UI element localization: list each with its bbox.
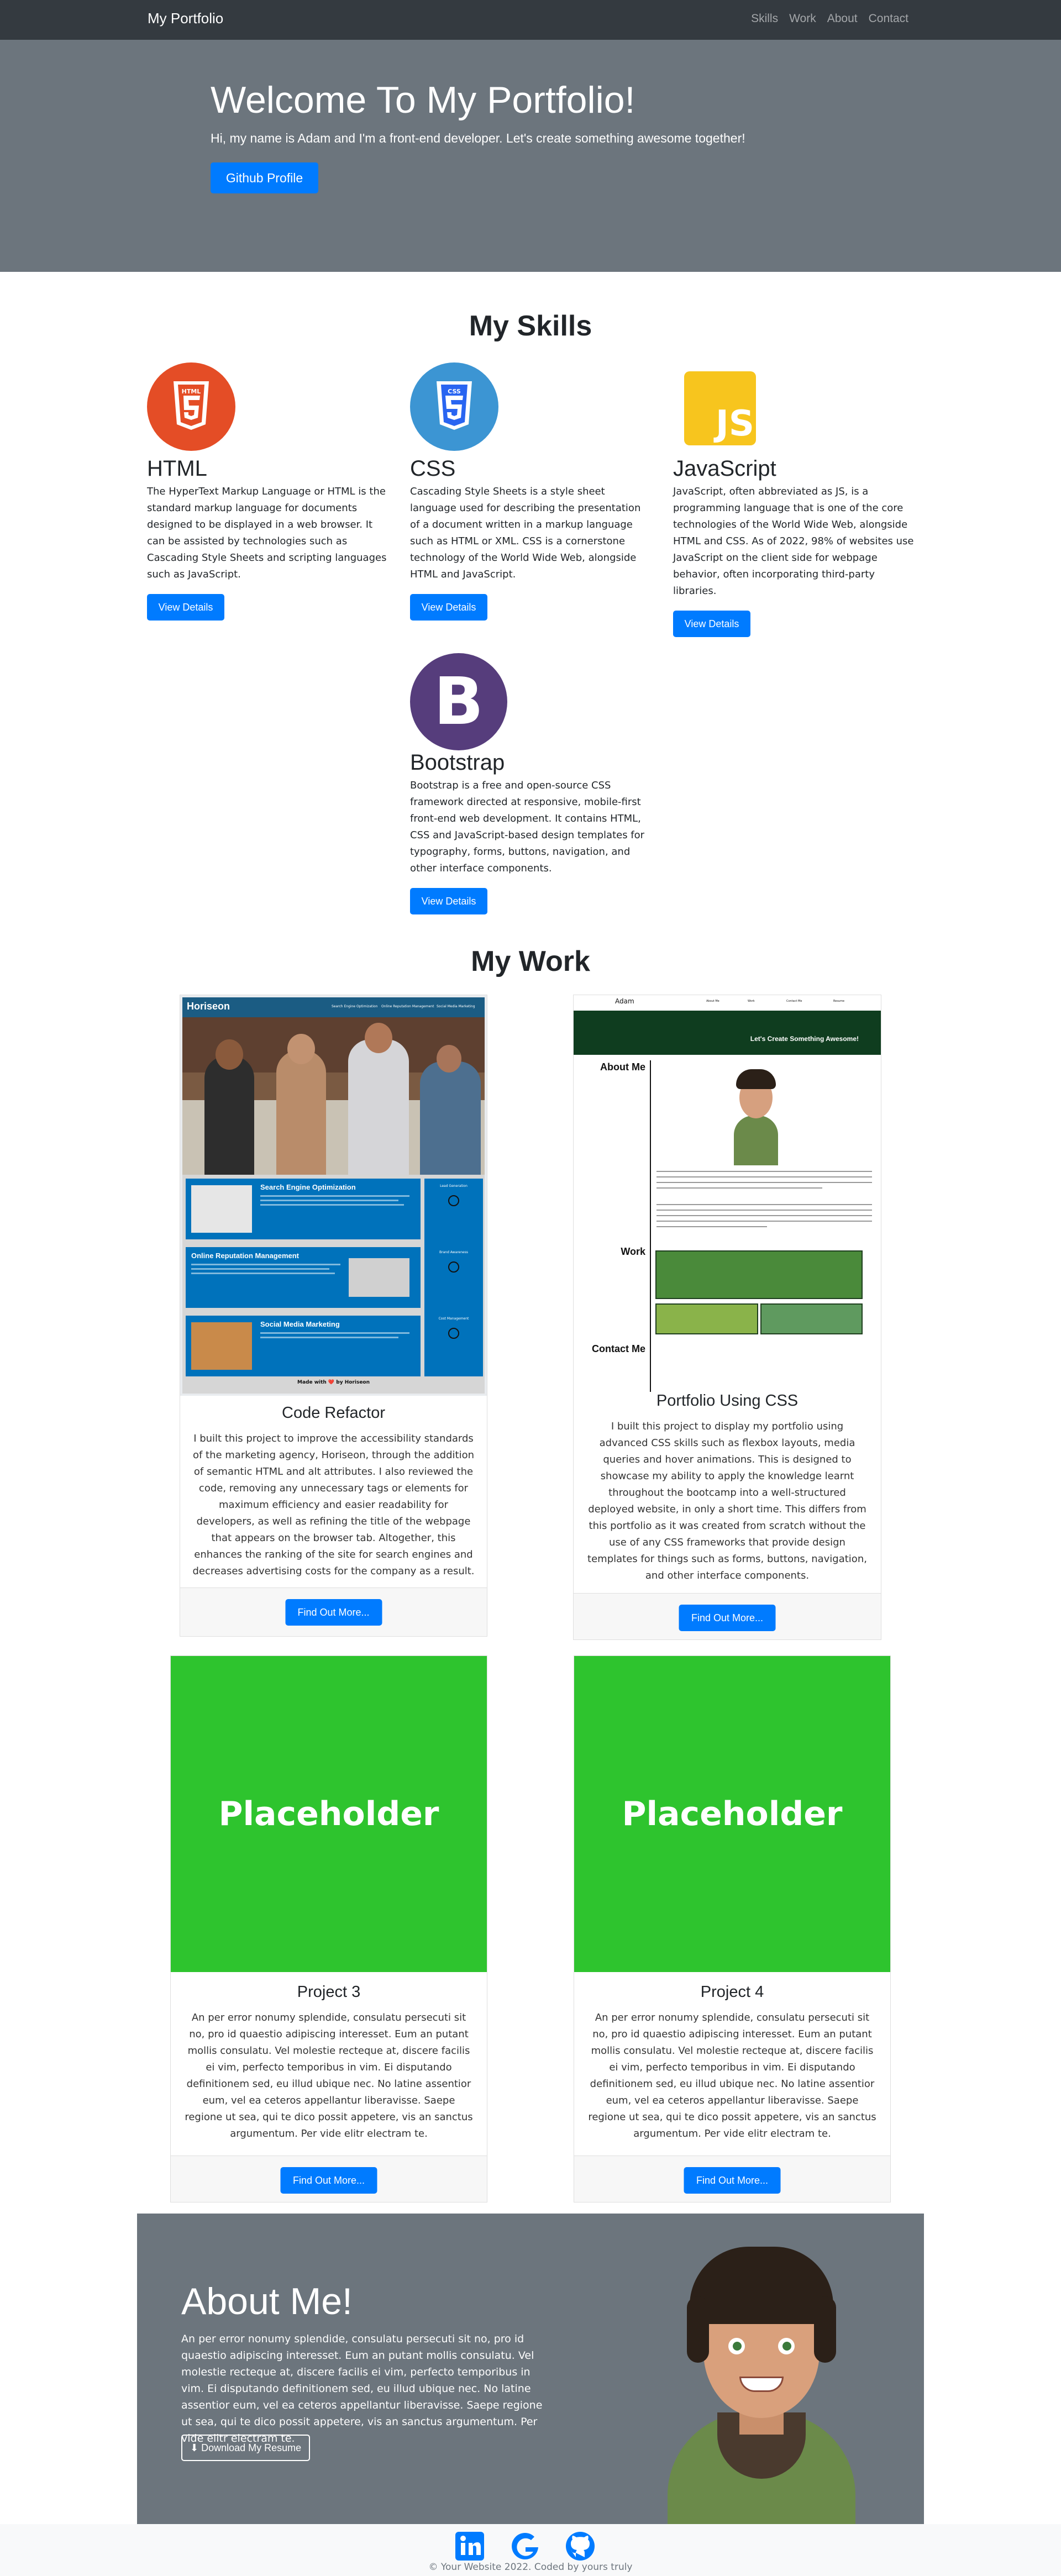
about-section: About Me! An per error nonumy splendide,… [137,2214,924,2524]
work-card-portfolio-css: Adam About Me Work Contact Me Resume Let… [573,995,881,1640]
nav-link-about[interactable]: About [827,12,858,25]
github-icon[interactable] [564,2530,597,2565]
view-details-bootstrap-button[interactable]: View Details [410,888,487,914]
github-profile-button[interactable]: Github Profile [211,162,318,193]
card-footer: Find Out More... [171,2156,487,2202]
social-icons [453,2530,597,2565]
card-desc-code-refactor: I built this project to improve the acce… [192,1433,475,1577]
linkedin-icon[interactable] [453,2530,486,2565]
skill-name-html: HTML [147,456,207,481]
download-icon: ⬇ [190,2442,202,2453]
skill-card-html: HTML HTML The HyperText Markup Language … [147,362,390,621]
thumb-brand: Horiseon [187,1001,230,1012]
card-title-project-4: Project 4 [700,1983,764,2001]
work-card-code-refactor: Horiseon Search Engine Optimization Onli… [180,995,487,1637]
work-card-project-3: Placeholder Project 3 An per error nonum… [170,1655,487,2202]
find-out-more-project-3-button[interactable]: Find Out More... [280,2167,377,2194]
navbar: My Portfolio Skills Work About Contact [0,0,1061,40]
nav-link-skills[interactable]: Skills [751,12,778,25]
thumb-banner: Let's Create Something Awesome! [574,1011,881,1055]
svg-text:JS: JS [713,403,754,444]
svg-text:HTML: HTML [182,388,201,395]
card-footer: Find Out More... [574,1593,881,1639]
skill-name-css: CSS [410,456,456,481]
about-desc: An per error nonumy splendide, consulatu… [181,2333,543,2444]
skill-card-bootstrap: B Bootstrap Bootstrap is a free and open… [410,653,653,914]
nav-links: Skills Work About Contact [751,12,908,25]
find-out-more-code-refactor-button[interactable]: Find Out More... [285,1599,382,1626]
nav-link-contact[interactable]: Contact [869,12,908,25]
skill-name-bootstrap: Bootstrap [410,750,505,775]
view-details-css-button[interactable]: View Details [410,594,487,621]
placeholder-image: Placeholder [171,1656,487,1972]
javascript-logo-icon: JS [673,362,761,451]
view-details-javascript-button[interactable]: View Details [673,611,750,637]
team-photo-image [182,1017,485,1175]
skills-title: My Skills [469,310,592,342]
svg-text:B: B [434,663,484,739]
bootstrap-logo-icon: B [410,653,507,750]
hero-subtitle: Hi, my name is Adam and I'm a front-end … [211,131,745,145]
skill-desc-html: The HyperText Markup Language or HTML is… [147,486,387,580]
card-title-portfolio-css: Portfolio Using CSS [656,1392,799,1410]
placeholder-image: Placeholder [574,1656,890,1972]
find-out-more-portfolio-css-button[interactable]: Find Out More... [679,1605,776,1631]
skill-card-javascript: JS JavaScript JavaScript, often abbrevia… [673,362,916,637]
site-footer: © Your Website 2022. Coded by yours trul… [0,2524,1061,2576]
skill-desc-bootstrap: Bootstrap is a free and open-source CSS … [410,780,645,874]
about-title: About Me! [181,2280,353,2322]
html5-logo-icon: HTML [147,362,235,451]
card-footer: Find Out More... [574,2156,890,2202]
card-title-project-3: Project 3 [297,1983,361,2001]
code-refactor-screenshot: Horiseon Search Engine Optimization Onli… [180,995,487,1396]
card-desc-portfolio-css: I built this project to display my portf… [587,1421,867,1581]
svg-text:CSS: CSS [448,388,461,395]
avatar-illustration [656,2247,866,2524]
download-resume-button[interactable]: ⬇ Download My Resume [181,2435,311,2461]
card-desc-project-3: An per error nonumy splendide, consulatu… [185,2012,473,2139]
nav-link-work[interactable]: Work [789,12,816,25]
skill-desc-css: Cascading Style Sheets is a style sheet … [410,486,641,580]
google-icon[interactable] [508,2530,542,2565]
navbar-brand[interactable]: My Portfolio [148,10,223,27]
avatar-small [723,1066,789,1165]
hero-title: Welcome To My Portfolio! [211,79,635,121]
skill-desc-javascript: JavaScript, often abbreviated as JS, is … [673,486,914,597]
card-desc-project-4: An per error nonumy splendide, consulatu… [588,2012,876,2139]
hero-jumbotron: Welcome To My Portfolio! Hi, my name is … [0,40,1061,272]
portfolio-css-screenshot: Adam About Me Work Contact Me Resume Let… [574,995,881,1397]
skill-name-javascript: JavaScript [673,456,776,481]
view-details-html-button[interactable]: View Details [147,594,224,621]
card-title-code-refactor: Code Refactor [282,1404,385,1422]
copyright-text: © Your Website 2022. Coded by yours trul… [428,2562,633,2573]
work-card-project-4: Placeholder Project 4 An per error nonum… [574,1655,891,2202]
css3-logo-icon: CSS [410,362,498,451]
skill-card-css: CSS CSS Cascading Style Sheets is a styl… [410,362,653,621]
work-title: My Work [471,945,590,977]
find-out-more-project-4-button[interactable]: Find Out More... [684,2167,781,2194]
card-footer: Find Out More... [180,1587,487,1636]
